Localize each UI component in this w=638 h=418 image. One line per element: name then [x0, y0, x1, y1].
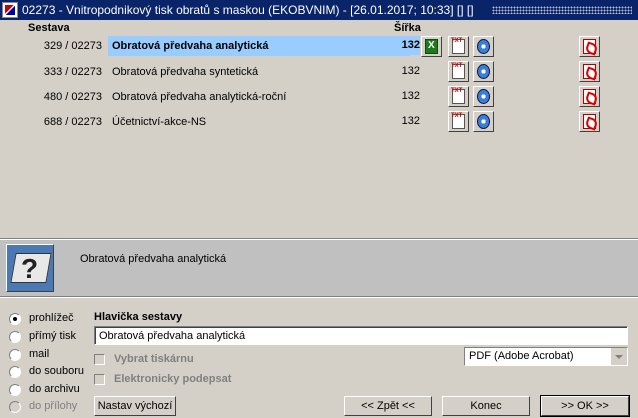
output-radio-prohlizec[interactable]: prohlížeč [9, 312, 74, 325]
select-printer-checkbox[interactable]: Vybrat tiskárnu [94, 353, 194, 366]
report-print-window: 02273 - Vnitropodnikový tisk obratů s ma… [0, 0, 638, 418]
report-width: 132 [401, 65, 420, 77]
report-number: 333 / 02273 [43, 66, 102, 78]
output-radio-primy-tisk[interactable]: přímý tisk [9, 330, 76, 343]
txt-file-icon [451, 88, 465, 104]
printer-select-value: PDF (Adobe Acrobat) [469, 350, 574, 362]
checkbox-box [94, 354, 105, 365]
printer-icon: ? [6, 244, 54, 292]
export-html-button[interactable] [473, 61, 494, 82]
app-icon[interactable] [2, 2, 18, 18]
radio-label: mail [29, 348, 50, 360]
column-header-sestava: Sestava [28, 22, 70, 34]
window-title: 02273 - Vnitropodnikový tisk obratů s ma… [22, 3, 474, 17]
pdf-icon [583, 39, 596, 54]
radio-label: přímý tisk [29, 330, 77, 342]
export-pdf-button[interactable] [579, 111, 600, 132]
export-html-button[interactable] [473, 86, 494, 107]
radio-circle [9, 331, 21, 343]
title-bar-pattern [492, 6, 632, 14]
export-txt-button[interactable] [448, 111, 469, 132]
txt-file-icon [451, 113, 465, 129]
radio-circle [9, 313, 21, 325]
printer-select[interactable]: PDF (Adobe Acrobat) [464, 347, 628, 366]
report-name: Účetnictví-akce-NS [112, 116, 207, 128]
checkbox-label: Elektronicky podepsat [114, 373, 232, 385]
pdf-icon [583, 114, 596, 129]
output-radio-do-souboru[interactable]: do souboru [9, 365, 84, 378]
browser-icon [477, 114, 490, 129]
report-row-688[interactable]: 688 / 02273 Účetnictví-akce-NS 132 [24, 112, 420, 133]
export-excel-button[interactable] [421, 36, 442, 57]
export-txt-button[interactable] [448, 61, 469, 82]
radio-circle [9, 401, 21, 413]
radio-label: prohlížeč [29, 312, 74, 324]
radio-circle [9, 366, 21, 378]
radio-circle [9, 384, 21, 396]
browser-icon [477, 39, 490, 54]
radio-label: do přílohy [29, 400, 78, 412]
report-width: 132 [401, 115, 420, 127]
export-pdf-button[interactable] [579, 36, 600, 57]
radio-label: do archivu [29, 383, 80, 395]
output-radio-mail[interactable]: mail [9, 348, 49, 361]
txt-file-icon [451, 63, 465, 79]
export-pdf-button[interactable] [579, 61, 600, 82]
radio-circle [9, 349, 21, 361]
output-radio-do-prilohy[interactable]: do přílohy [9, 400, 77, 413]
report-number: 329 / 02273 [43, 40, 102, 52]
selected-report-name: Obratová předvaha analytická [80, 253, 227, 265]
chevron-down-icon[interactable] [610, 348, 627, 365]
header-section-label: Hlavička sestavy [94, 311, 183, 323]
report-width: 132 [396, 36, 420, 55]
export-html-button[interactable] [473, 36, 494, 57]
info-panel [0, 240, 638, 296]
column-header-sirka: Šířka [394, 22, 421, 34]
set-default-button[interactable]: Nastav výchozí [94, 396, 176, 416]
report-row-480[interactable]: 480 / 02273 Obratová předvaha analytická… [24, 87, 420, 108]
browser-icon [477, 64, 490, 79]
pdf-icon [583, 89, 596, 104]
divider [0, 296, 638, 298]
checkbox-label: Vybrat tiskárnu [114, 353, 194, 365]
excel-icon [425, 39, 438, 54]
txt-file-icon [451, 38, 465, 54]
digital-sign-checkbox[interactable]: Elektronicky podepsat [94, 373, 231, 386]
report-row-329[interactable]: 329 / 02273 Obratová předvaha analytická… [24, 36, 420, 57]
end-button[interactable]: Konec [442, 396, 530, 416]
report-row-333[interactable]: 333 / 02273 Obratová předvaha syntetická… [24, 62, 420, 83]
export-pdf-button[interactable] [579, 86, 600, 107]
output-radio-do-archivu[interactable]: do archivu [9, 383, 80, 396]
pdf-icon [583, 64, 596, 79]
export-html-button[interactable] [473, 111, 494, 132]
radio-label: do souboru [29, 365, 85, 377]
checkbox-box [94, 374, 105, 385]
ok-button[interactable]: >> OK >> [540, 395, 630, 417]
report-header-input[interactable] [94, 326, 628, 345]
report-width: 132 [401, 90, 420, 102]
browser-icon [477, 89, 490, 104]
report-number: 480 / 02273 [43, 91, 102, 103]
report-name: Obratová předvaha analytická [108, 36, 410, 56]
report-number: 688 / 02273 [43, 116, 102, 128]
question-mark-glyph: ? [21, 253, 39, 284]
report-name: Obratová předvaha syntetická [112, 66, 259, 78]
back-button[interactable]: << Zpět << [344, 396, 432, 416]
title-bar[interactable]: 02273 - Vnitropodnikový tisk obratů s ma… [0, 0, 638, 20]
export-txt-button[interactable] [448, 36, 469, 57]
report-name: Obratová předvaha analytická-roční [112, 91, 287, 103]
export-txt-button[interactable] [448, 86, 469, 107]
